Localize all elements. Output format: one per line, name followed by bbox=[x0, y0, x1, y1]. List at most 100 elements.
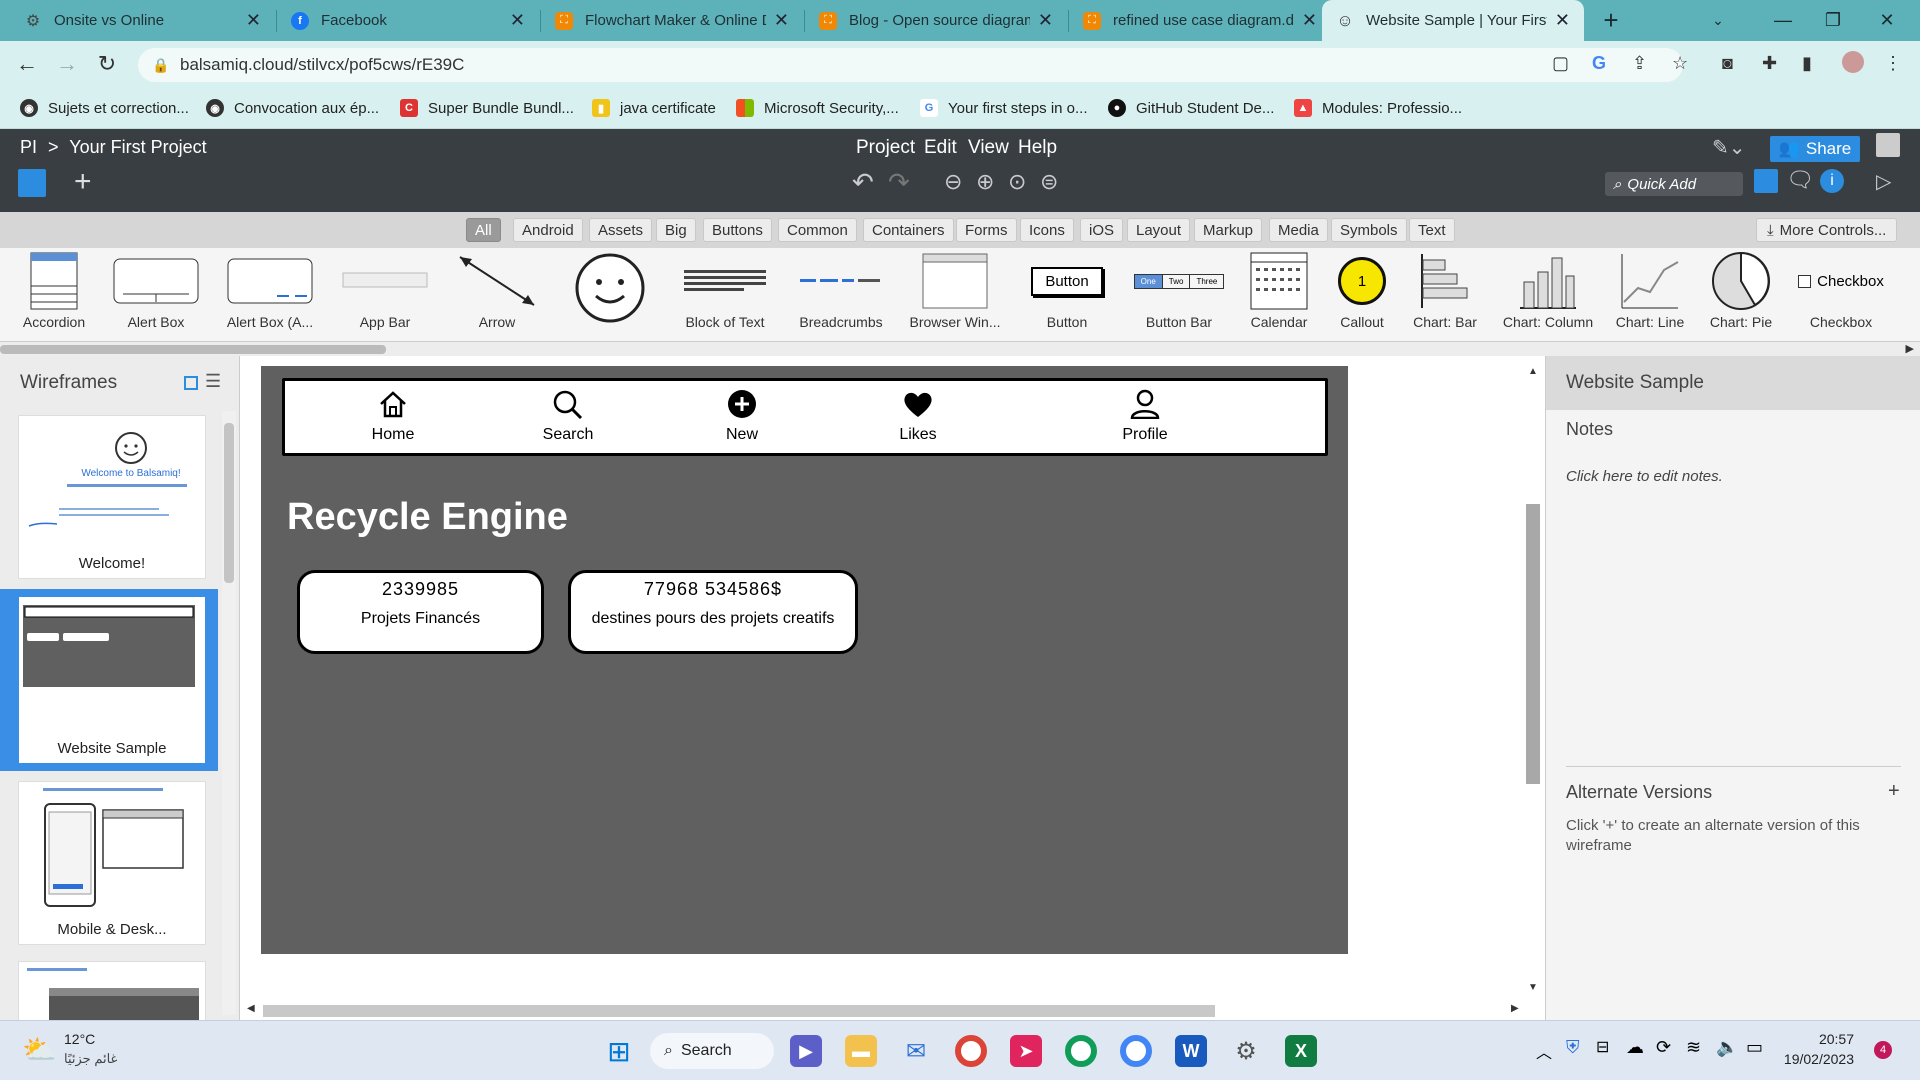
wireframe-thumb-mobile-desktop[interactable]: Mobile & Desk... bbox=[18, 781, 206, 945]
notification-badge[interactable]: 4 bbox=[1874, 1041, 1892, 1059]
taskbar-search[interactable]: ⌕ Search bbox=[650, 1033, 774, 1069]
component-breadcrumbs[interactable]: Breadcrumbs bbox=[796, 248, 886, 342]
url-bar[interactable]: 🔒 balsamiq.cloud/stilvcx/pof5cws/rE39C bbox=[138, 48, 1683, 82]
zoom-out-icon[interactable]: ⊖ bbox=[944, 169, 962, 195]
word-icon[interactable]: W bbox=[1175, 1035, 1207, 1067]
pencil-icon[interactable]: ✎⌄ bbox=[1712, 135, 1746, 160]
component-alert-box[interactable]: Alert Box bbox=[110, 248, 202, 342]
filter-android[interactable]: Android bbox=[513, 218, 583, 242]
bookmark-item[interactable]: ▲ Modules: Professio... bbox=[1294, 99, 1462, 117]
filter-common[interactable]: Common bbox=[778, 218, 857, 242]
cloud-icon[interactable]: ☁ bbox=[1626, 1037, 1644, 1058]
info-icon[interactable]: i bbox=[1820, 169, 1844, 193]
wifi-icon[interactable]: ≋ bbox=[1686, 1037, 1701, 1058]
tab-use-case-diagram[interactable]: ⛶ refined use case diagram.d ✕ bbox=[1069, 0, 1331, 41]
bookmark-item[interactable]: C Super Bundle Bundl... bbox=[400, 99, 574, 117]
share-button[interactable]: 👥 Share bbox=[1770, 136, 1860, 162]
close-icon[interactable]: ✕ bbox=[1555, 10, 1570, 31]
new-tab-button[interactable]: + bbox=[1586, 0, 1636, 41]
component-accordion[interactable]: Accordion bbox=[23, 248, 85, 342]
nav-home[interactable]: Home bbox=[348, 389, 438, 444]
filter-symbols[interactable]: Symbols bbox=[1331, 218, 1407, 242]
extension-icon[interactable]: ◙ bbox=[1722, 53, 1733, 74]
component-arrow[interactable]: Arrow bbox=[452, 248, 542, 342]
excel-icon[interactable]: X bbox=[1285, 1035, 1317, 1067]
close-icon[interactable]: ✕ bbox=[246, 10, 261, 31]
browser-menu-icon[interactable]: ⋮ bbox=[1884, 53, 1902, 74]
component-chart-bar[interactable]: Chart: Bar bbox=[1410, 248, 1480, 342]
maximize-button[interactable]: ❐ bbox=[1808, 0, 1858, 41]
comments-icon[interactable]: 🗨 bbox=[1786, 167, 1814, 193]
scroll-left-arrow-icon[interactable]: ◀ bbox=[247, 1003, 255, 1014]
sync-icon[interactable]: ⟳ bbox=[1656, 1037, 1671, 1058]
file-explorer-icon[interactable]: ▬ bbox=[845, 1035, 877, 1067]
filter-media[interactable]: Media bbox=[1269, 218, 1328, 242]
weather-temp[interactable]: 12°C bbox=[64, 1031, 95, 1047]
nav-profile[interactable]: Profile bbox=[1100, 389, 1190, 444]
wireframe-canvas[interactable]: Home Search New Likes Profile Recycle En… bbox=[261, 366, 1348, 954]
component-button-bar[interactable]: One Two Three Button Bar bbox=[1133, 248, 1225, 342]
bookmark-item[interactable]: ● GitHub Student De... bbox=[1108, 99, 1274, 117]
zoom-actual-icon[interactable]: ⊙ bbox=[1008, 169, 1026, 195]
component-chart-line[interactable]: Chart: Line bbox=[1612, 248, 1688, 342]
component-checkbox[interactable]: Checkbox Checkbox bbox=[1796, 248, 1886, 342]
filter-buttons[interactable]: Buttons bbox=[703, 218, 772, 242]
minimize-button[interactable]: — bbox=[1758, 0, 1808, 41]
component-browser-window[interactable]: Browser Win... bbox=[908, 248, 1002, 342]
filter-markup[interactable]: Markup bbox=[1194, 218, 1263, 242]
tab-website-sample[interactable]: ☺ Website Sample | Your First ✕ bbox=[1322, 0, 1584, 41]
wireframe-navbar[interactable]: Home Search New Likes Profile bbox=[282, 378, 1328, 456]
chrome-icon[interactable] bbox=[955, 1035, 987, 1067]
filter-forms[interactable]: Forms bbox=[956, 218, 1017, 242]
nav-search[interactable]: Search bbox=[523, 389, 613, 444]
zoom-in-icon[interactable]: ⊕ bbox=[976, 169, 994, 195]
forward-button[interactable]: → bbox=[52, 49, 82, 79]
bookmark-item[interactable]: G Your first steps in o... bbox=[920, 99, 1088, 117]
add-icon[interactable]: + bbox=[74, 165, 92, 199]
shelf-scroll-thumb[interactable] bbox=[0, 345, 386, 354]
filter-layout[interactable]: Layout bbox=[1127, 218, 1191, 242]
weather-desc[interactable]: غائم جزئيًا bbox=[64, 1051, 117, 1067]
teams-icon[interactable]: ▶ bbox=[790, 1035, 822, 1067]
filter-containers[interactable]: Containers bbox=[863, 218, 954, 242]
tab-blog[interactable]: ⛶ Blog - Open source diagram ✕ bbox=[805, 0, 1067, 41]
bookmark-star-icon[interactable]: ☆ bbox=[1672, 53, 1688, 74]
scroll-down-arrow-icon[interactable]: ▼ bbox=[1528, 982, 1538, 993]
scroll-right-arrow-icon[interactable]: ▶ bbox=[1511, 1003, 1519, 1014]
component-button[interactable]: Button Button bbox=[1026, 248, 1108, 342]
component-callout[interactable]: 1 Callout bbox=[1334, 248, 1390, 342]
filter-assets[interactable]: Assets bbox=[589, 218, 653, 242]
vertical-scroll-thumb[interactable] bbox=[1526, 504, 1540, 784]
filter-text[interactable]: Text bbox=[1409, 218, 1455, 242]
nav-new[interactable]: New bbox=[697, 389, 787, 444]
add-alternate-version-button[interactable]: + bbox=[1888, 780, 1900, 803]
component-chart-column[interactable]: Chart: Column bbox=[1500, 248, 1596, 342]
wireframe-thumb-partial[interactable] bbox=[18, 961, 206, 1021]
tab-onsite-vs-online[interactable]: ⚙ Onsite vs Online ✕ bbox=[10, 0, 275, 41]
scroll-right-arrow-icon[interactable]: ▶ bbox=[1906, 342, 1914, 355]
wireframes-panel-icon[interactable] bbox=[18, 169, 46, 197]
menu-help[interactable]: Help bbox=[1018, 137, 1057, 159]
component-chart-pie[interactable]: Chart: Pie bbox=[1706, 248, 1776, 342]
project-name[interactable]: Your First Project bbox=[69, 137, 206, 157]
undo-icon[interactable]: ↶ bbox=[852, 167, 874, 198]
component-app-bar[interactable]: App Bar bbox=[340, 248, 430, 342]
bookmark-item[interactable]: Microsoft Security,... bbox=[736, 99, 899, 117]
chevron-up-icon[interactable]: ︿ bbox=[1536, 1039, 1552, 1063]
weather-icon[interactable]: ⛅ bbox=[22, 1033, 57, 1066]
stat-card-funds[interactable]: 77968 534586$ destines pours des projets… bbox=[568, 570, 858, 654]
google-translate-icon[interactable]: G bbox=[1592, 53, 1606, 74]
chrome-active-icon[interactable] bbox=[1120, 1035, 1152, 1067]
profile-avatar[interactable] bbox=[1842, 51, 1864, 73]
zoom-fit-icon[interactable]: ⊜ bbox=[1040, 169, 1058, 195]
component-alert-box-a[interactable]: Alert Box (A... bbox=[224, 248, 316, 342]
tab-facebook[interactable]: f Facebook ✕ bbox=[277, 0, 539, 41]
bookmark-item[interactable]: ◉ Convocation aux ép... bbox=[206, 99, 379, 117]
settings-gear-icon[interactable]: ⚙ bbox=[1230, 1035, 1262, 1067]
side-panel-icon[interactable]: ▮ bbox=[1802, 53, 1812, 74]
puzzle-extensions-icon[interactable]: ✚ bbox=[1762, 53, 1777, 74]
shelf-scrollbar[interactable]: ▶ bbox=[0, 342, 1920, 356]
wireframe-thumb-website-sample[interactable]: Website Sample bbox=[18, 596, 206, 764]
install-app-icon[interactable]: ▢ bbox=[1552, 53, 1569, 74]
close-icon[interactable]: ✕ bbox=[510, 10, 525, 31]
